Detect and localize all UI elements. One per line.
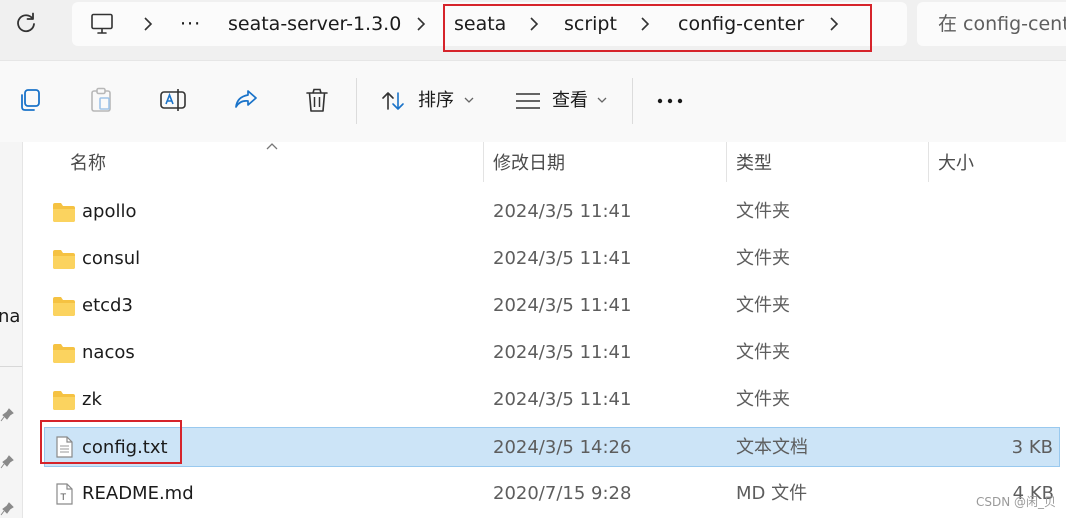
- file-type: 文件夹: [736, 248, 790, 269]
- file-type: 文本文档: [736, 437, 808, 458]
- highlight-box: [443, 4, 872, 52]
- folder-icon: [53, 344, 75, 363]
- refresh-icon[interactable]: [13, 10, 39, 36]
- chevron-right-icon[interactable]: [413, 15, 429, 33]
- file-row[interactable]: etcd3 2024/3/5 11:41 文件夹: [44, 286, 1060, 326]
- file-modified: 2024/3/5 14:26: [493, 437, 632, 458]
- file-row[interactable]: nacos 2024/3/5 11:41 文件夹: [44, 333, 1060, 373]
- folder-icon: [53, 250, 75, 269]
- sort-button[interactable]: 排序: [376, 61, 478, 143]
- file-modified: 2024/3/5 11:41: [493, 342, 632, 363]
- file-modified: 2020/7/15 9:28: [493, 483, 632, 504]
- toolbar-divider: [356, 78, 357, 124]
- file-type: MD 文件: [736, 483, 808, 504]
- file-type: 文件夹: [736, 295, 790, 316]
- file-list-pane: nal 名称 修改日期 类型 大小 apollo 2024/3/5 11:41 …: [0, 142, 1066, 518]
- file-name: README.md: [82, 483, 194, 504]
- chevron-right-icon[interactable]: [140, 15, 156, 33]
- folder-icon: [53, 391, 75, 410]
- column-divider[interactable]: [928, 142, 929, 182]
- file-type: 文件夹: [736, 201, 790, 222]
- file-modified: 2024/3/5 11:41: [493, 295, 632, 316]
- crumb-seata-server[interactable]: seata-server-1.3.0: [228, 2, 401, 46]
- more-crumbs-button[interactable]: ···: [180, 2, 201, 46]
- folder-icon: [53, 297, 75, 316]
- file-row[interactable]: T README.md 2020/7/15 9:28 MD 文件 4 KB: [44, 474, 1060, 514]
- sort-ascending-icon: [266, 143, 278, 150]
- rename-icon[interactable]: [158, 85, 188, 115]
- svg-text:T: T: [60, 493, 67, 503]
- file-name: etcd3: [82, 295, 133, 316]
- file-type: 文件夹: [736, 342, 790, 363]
- more-options-icon[interactable]: [655, 85, 685, 115]
- copy-icon[interactable]: [15, 85, 45, 115]
- delete-icon[interactable]: [302, 85, 332, 115]
- folder-icon: [53, 203, 75, 222]
- file-name: zk: [82, 389, 102, 410]
- file-row[interactable]: apollo 2024/3/5 11:41 文件夹: [44, 192, 1060, 232]
- pin-icon[interactable]: [0, 408, 14, 424]
- file-name: consul: [82, 248, 141, 269]
- chevron-down-icon: [464, 97, 474, 103]
- column-header-size[interactable]: 大小: [938, 146, 974, 182]
- file-modified: 2024/3/5 11:41: [493, 201, 632, 222]
- file-size: 3 KB: [1011, 437, 1053, 458]
- column-divider[interactable]: [726, 142, 727, 182]
- column-header-type[interactable]: 类型: [736, 146, 772, 182]
- command-bar: 排序 查看: [0, 60, 1066, 143]
- navigation-pane: nal: [0, 142, 23, 518]
- search-input[interactable]: 在 config-center 中搜索: [917, 2, 1066, 46]
- nav-divider: [0, 366, 22, 367]
- watermark: CSDN @闲_贝: [975, 495, 1056, 509]
- sort-icon: [382, 92, 404, 110]
- pin-icon[interactable]: [0, 502, 14, 518]
- this-pc-icon[interactable]: [90, 13, 114, 35]
- paste-icon[interactable]: [86, 85, 116, 115]
- file-modified: 2024/3/5 11:41: [493, 389, 632, 410]
- column-header-modified[interactable]: 修改日期: [493, 146, 565, 182]
- file-name: nacos: [82, 342, 135, 363]
- file-name: apollo: [82, 201, 137, 222]
- file-type: 文件夹: [736, 389, 790, 410]
- file-row-selected[interactable]: config.txt 2024/3/5 14:26 文本文档 3 KB: [44, 427, 1060, 467]
- file-row[interactable]: consul 2024/3/5 11:41 文件夹: [44, 239, 1060, 279]
- address-bar: ··· seata-server-1.3.0 seata script conf…: [0, 0, 1066, 60]
- pin-icon[interactable]: [0, 455, 14, 471]
- markdown-file-icon: T: [56, 483, 73, 505]
- search-placeholder: 在 config-center 中搜索: [938, 13, 1066, 35]
- file-modified: 2024/3/5 11:41: [493, 248, 632, 269]
- toolbar-divider: [632, 78, 633, 124]
- view-icon: [516, 93, 540, 109]
- column-divider[interactable]: [483, 142, 484, 182]
- sort-label: 排序: [418, 90, 454, 111]
- share-icon[interactable]: [230, 85, 260, 115]
- nav-item-label[interactable]: nal: [0, 306, 22, 327]
- view-button[interactable]: 查看: [512, 61, 612, 143]
- file-row[interactable]: zk 2024/3/5 11:41 文件夹: [44, 380, 1060, 420]
- column-header-name[interactable]: 名称: [70, 146, 106, 182]
- highlight-box: [40, 420, 182, 464]
- view-label: 查看: [552, 90, 588, 111]
- chevron-down-icon: [597, 97, 607, 103]
